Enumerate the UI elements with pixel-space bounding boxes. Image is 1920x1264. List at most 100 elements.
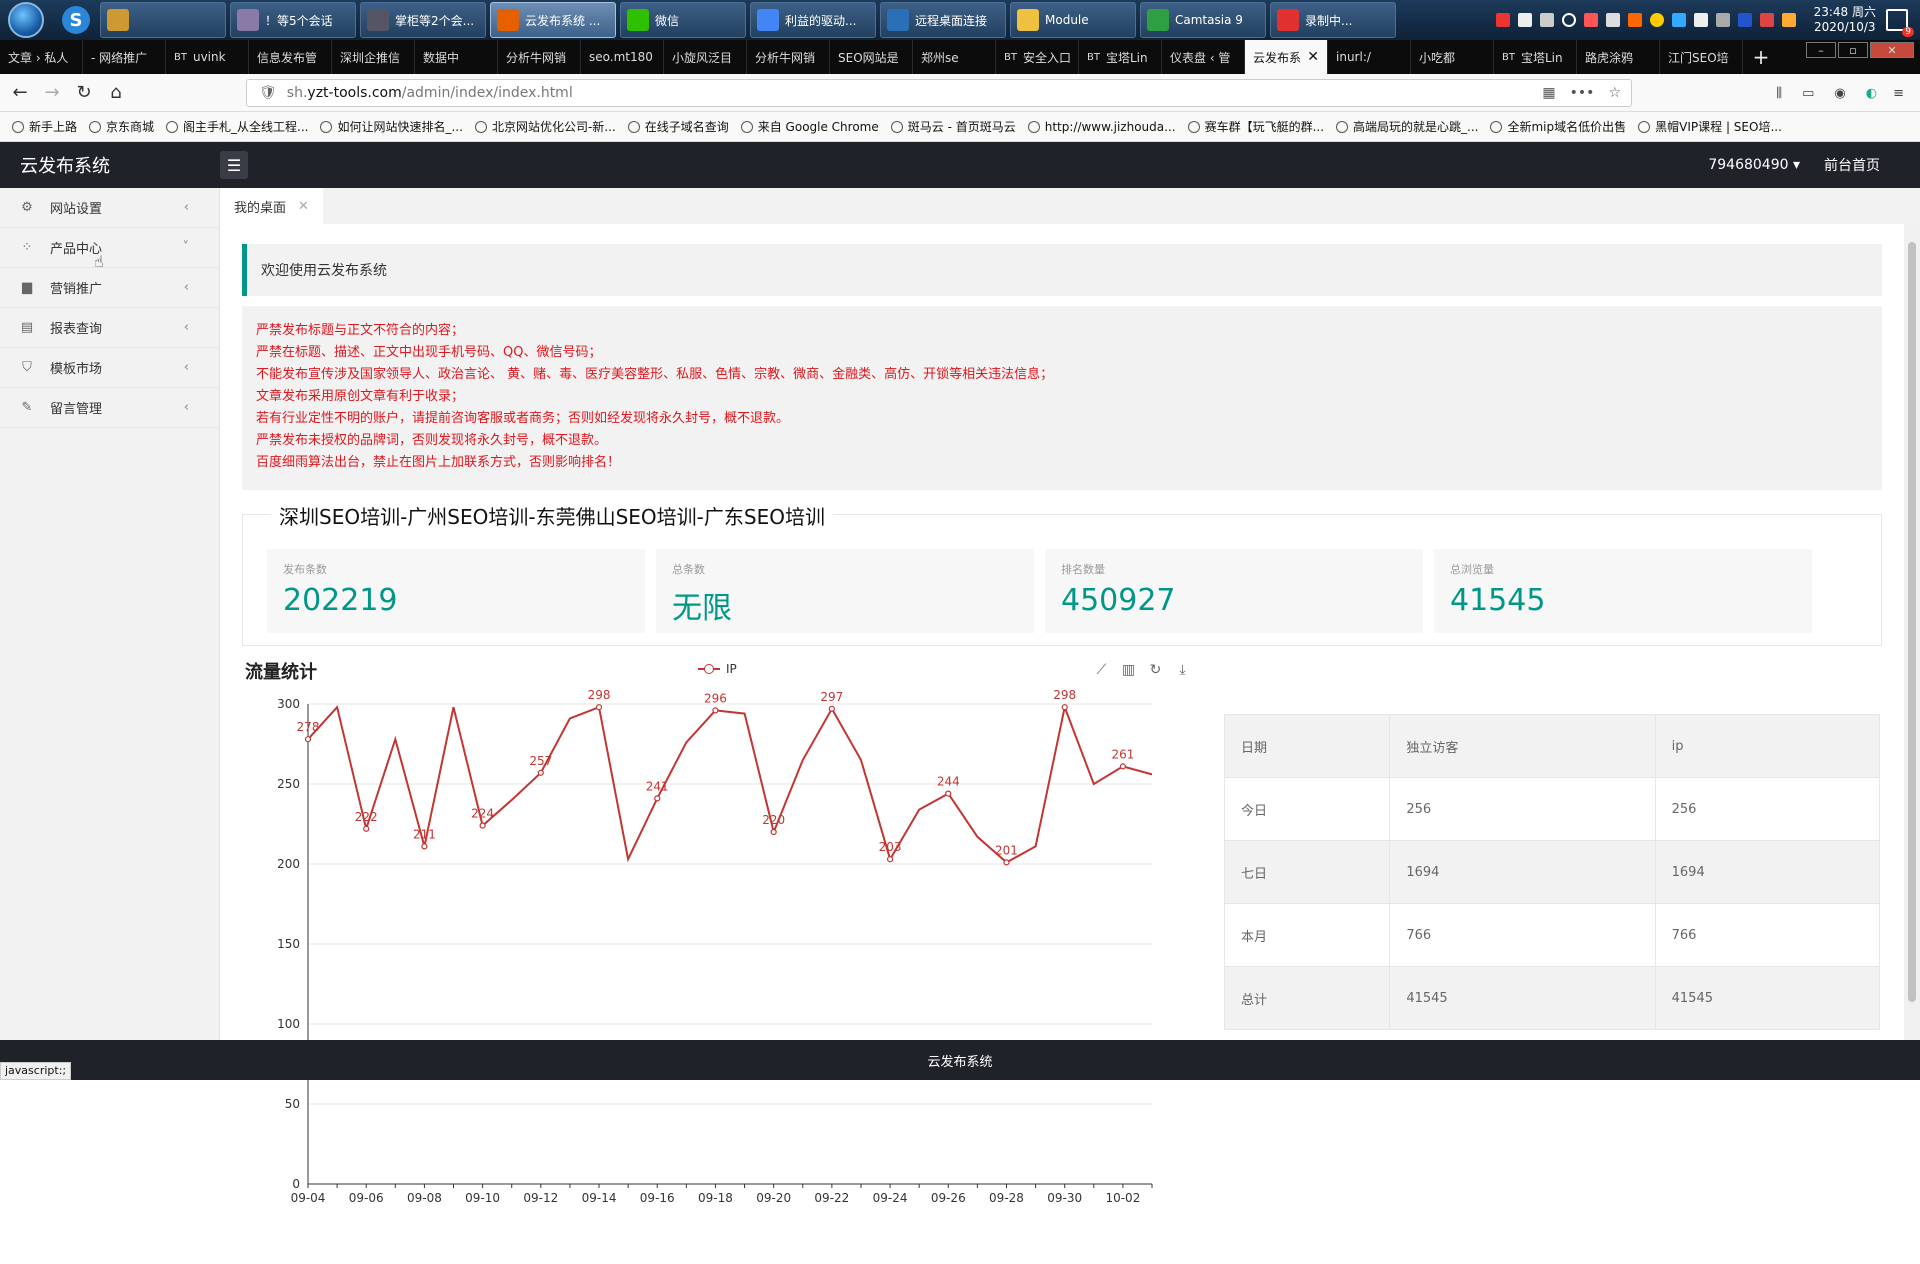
taskbar-item[interactable]: 远程桌面连接 — [880, 2, 1006, 38]
line-chart-icon[interactable]: ⟋ — [1088, 662, 1115, 678]
user-menu[interactable]: 794680490 ▾ — [1708, 157, 1800, 173]
tray-icon[interactable] — [1671, 13, 1686, 27]
tray-icon[interactable] — [1649, 13, 1664, 27]
taskbar-item[interactable]: 微信 — [620, 2, 746, 38]
bookmark-item[interactable]: 北京网站优化公司-新... — [474, 118, 616, 135]
minimize-button[interactable]: – — [1806, 42, 1836, 58]
home-button[interactable]: ⌂ — [100, 77, 132, 109]
chart-legend[interactable]: IP — [698, 662, 737, 676]
sidebar-item[interactable]: ⚙ 网站设置 ‹ — [0, 188, 219, 228]
menu-icon[interactable]: ≡ — [1893, 86, 1904, 101]
browser-tab[interactable]: SEO网站是 — [830, 40, 913, 74]
browser-tab[interactable]: seo.mt180 — [581, 40, 664, 74]
sogou-browser-pin[interactable]: S — [56, 3, 96, 37]
start-button[interactable] — [8, 2, 44, 38]
site-info-icon[interactable]: 🛡 — [259, 85, 277, 101]
sidebar-item[interactable]: ▤ 报表查询 ‹ — [0, 308, 219, 348]
bookmark-item[interactable]: 高端局玩的就是心跳_... — [1336, 118, 1478, 135]
frontend-home-link[interactable]: 前台首页 — [1824, 155, 1880, 175]
tray-icon[interactable] — [1759, 13, 1774, 27]
taskbar-item[interactable] — [100, 2, 226, 38]
close-tab-icon[interactable]: ✕ — [298, 199, 309, 214]
tray-icon[interactable] — [1605, 13, 1620, 27]
back-button[interactable]: ← — [4, 77, 36, 109]
close-tab-icon[interactable]: ✕ — [1307, 49, 1319, 65]
browser-tab[interactable]: 云发布系 ✕ — [1245, 40, 1328, 74]
browser-tab[interactable]: BT uvink — [166, 40, 249, 74]
sidebar-item[interactable]: ✎ 留言管理 ‹ — [0, 388, 219, 428]
download-icon[interactable]: ⤓ — [1169, 662, 1196, 678]
browser-tab[interactable]: 郑州se — [913, 40, 996, 74]
bookmark-item[interactable]: 黑帽VIP课程 | SEO培... — [1638, 118, 1782, 135]
browser-tab[interactable]: 数据中 — [415, 40, 498, 74]
page-scrollbar[interactable] — [1904, 224, 1920, 1040]
maximize-button[interactable]: ▫ — [1838, 42, 1868, 58]
tray-icon[interactable] — [1737, 13, 1752, 27]
bookmark-item[interactable]: 全新mip域名低价出售 — [1490, 118, 1626, 135]
bookmark-item[interactable]: 在线子域名查询 — [627, 118, 729, 135]
browser-tab[interactable]: 仪表盘 ‹ 管 — [1162, 40, 1245, 74]
taskbar-item[interactable]: Camtasia 9 — [1140, 2, 1266, 38]
sidebar-item[interactable]: ⛉ 模板市场 ‹ — [0, 348, 219, 388]
taskbar-item[interactable]: ！等5个会话 — [230, 2, 356, 38]
tray-icon[interactable] — [1693, 13, 1708, 27]
sidebar-item[interactable]: ▆ 营销推广 ‹ — [0, 268, 219, 308]
reload-button[interactable]: ↻ — [68, 77, 100, 109]
notification-icon[interactable]: 9 — [1886, 9, 1914, 37]
bookmark-item[interactable]: http://www.jizhouda... — [1027, 120, 1176, 134]
scrollbar-thumb[interactable] — [1908, 242, 1916, 1002]
taskbar-item[interactable]: 云发布系统 ... — [490, 2, 616, 38]
tab-dashboard[interactable]: 我的桌面 ✕ — [220, 188, 323, 224]
browser-tab[interactable]: 分析牛网销 — [498, 40, 581, 74]
account-icon[interactable]: ◉ — [1834, 86, 1845, 101]
forward-button[interactable]: → — [36, 77, 68, 109]
restore-icon[interactable]: ↻ — [1142, 662, 1169, 678]
browser-tab[interactable]: BT 宝塔Lin — [1079, 40, 1162, 74]
bookmark-item[interactable]: 来自 Google Chrome — [740, 118, 879, 135]
close-window-button[interactable]: ✕ — [1870, 42, 1914, 58]
library-icon[interactable]: ⫼ — [1776, 86, 1782, 101]
taskbar-item[interactable]: 掌柜等2个会... — [360, 2, 486, 38]
taskbar-item[interactable]: 利益的驱动... — [750, 2, 876, 38]
tray-icon[interactable] — [1715, 13, 1730, 27]
url-bar[interactable]: 🛡 sh. yzt-tools.com/admin/index/index.htm… — [246, 79, 1632, 107]
circle-icon[interactable] — [1561, 13, 1576, 27]
tray-icon[interactable] — [1781, 13, 1796, 27]
tray-icon[interactable] — [1627, 13, 1642, 27]
browser-tab[interactable]: 小旋风泛目 — [664, 40, 747, 74]
bookmark-item[interactable]: 京东商城 — [89, 118, 154, 135]
browser-tab[interactable]: 小吃都 — [1411, 40, 1494, 74]
tray-icon[interactable] — [1495, 13, 1510, 27]
qr-icon[interactable]: ▦ — [1542, 85, 1555, 101]
browser-tab[interactable]: 信息发布管 — [249, 40, 332, 74]
browser-tab[interactable]: inurl:/ — [1328, 40, 1411, 74]
browser-tab[interactable]: BT 安全入口 — [996, 40, 1079, 74]
browser-tab[interactable]: 分析牛网销 — [747, 40, 830, 74]
new-tab-button[interactable]: + — [1743, 40, 1779, 74]
bar-chart-icon[interactable]: ▥ — [1115, 662, 1142, 678]
browser-tab[interactable]: 路虎涂鸦 — [1577, 40, 1660, 74]
bookmark-item[interactable]: 斑马云 - 首页斑马云 — [890, 118, 1016, 135]
extension-icon[interactable]: ◐ — [1866, 86, 1877, 101]
bookmark-item[interactable]: 如何让网站快速排名_... — [320, 118, 463, 135]
browser-tab[interactable]: 江门SEO培 — [1660, 40, 1743, 74]
taskbar-item[interactable]: 录制中... — [1270, 2, 1396, 38]
browser-tab[interactable]: BT 宝塔Lin — [1494, 40, 1577, 74]
bookmark-item[interactable]: 新手上路 — [12, 118, 77, 135]
taskbar-item[interactable]: Module — [1010, 2, 1136, 38]
browser-tab[interactable]: 深圳企推信 — [332, 40, 415, 74]
bookmark-item[interactable]: 赛车群【玩飞艇的群... — [1187, 118, 1324, 135]
browser-tab[interactable]: 文章 › 私人 — [0, 40, 83, 74]
browser-tab-label: inurl:/ — [1336, 50, 1371, 64]
tray-icon[interactable] — [1583, 13, 1598, 27]
clock[interactable]: 23:48 周六 2020/10/3 — [1814, 5, 1876, 35]
bookmark-item[interactable]: 阁主手札_从全线工程... — [166, 118, 308, 135]
sidebar-icon[interactable]: ▭ — [1802, 86, 1814, 101]
network-icon[interactable] — [1539, 13, 1554, 27]
sidebar-item[interactable]: ⁘ 产品中心 ˅ — [0, 228, 219, 268]
bookmark-star-icon[interactable]: ☆ — [1608, 85, 1621, 101]
browser-tab[interactable]: - 网络推广 — [83, 40, 166, 74]
volume-icon[interactable] — [1517, 13, 1532, 27]
more-icon[interactable]: ••• — [1570, 85, 1595, 101]
menu-toggle-icon[interactable]: ☰ — [220, 151, 248, 179]
